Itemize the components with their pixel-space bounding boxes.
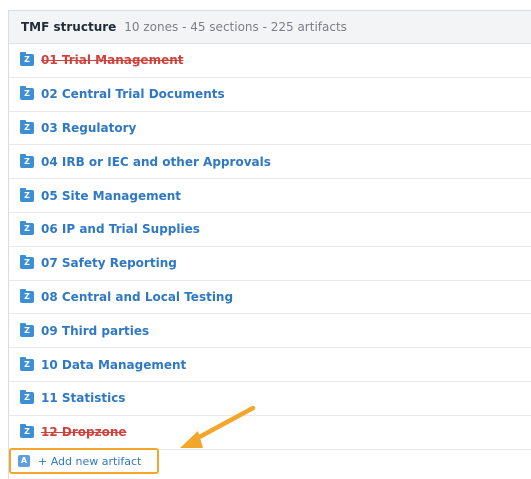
callout-arrow-icon xyxy=(180,405,256,448)
zone-folder-icon: Z xyxy=(20,221,34,236)
artifact-icon: A xyxy=(18,455,30,467)
zone-folder-icon: Z xyxy=(20,52,34,67)
zone-label[interactable]: 11 Statistics xyxy=(41,391,125,405)
zone-label[interactable]: 05 Site Management xyxy=(41,189,181,203)
zone-folder-icon: Z xyxy=(20,356,34,371)
zone-folder-icon: Z xyxy=(20,119,34,134)
add-new-artifact-label[interactable]: + Add new artifact xyxy=(38,455,141,468)
zone-label[interactable]: 12 Dropzone xyxy=(41,425,127,439)
zone-folder-icon: Z xyxy=(20,187,34,202)
zone-folder-icon: Z xyxy=(20,288,34,303)
zone-label[interactable]: 09 Third parties xyxy=(41,324,149,338)
zone-label[interactable]: 04 IRB or IEC and other Approvals xyxy=(41,155,271,169)
zone-label[interactable]: 06 IP and Trial Supplies xyxy=(41,222,200,236)
zone-label[interactable]: 03 Regulatory xyxy=(41,121,136,135)
zone-label[interactable]: 02 Central Trial Documents xyxy=(41,87,225,101)
zone-row-07[interactable]: Z 07 Safety Reporting xyxy=(9,247,531,281)
zone-folder-icon: Z xyxy=(20,322,34,337)
structure-summary: 10 zones - 45 sections - 225 artifacts xyxy=(124,20,347,34)
zone-folder-icon: Z xyxy=(20,153,34,168)
zone-label[interactable]: 08 Central and Local Testing xyxy=(41,290,233,304)
zone-row-09[interactable]: Z 09 Third parties xyxy=(9,314,531,349)
zone-label[interactable]: 01 Trial Management xyxy=(41,53,184,67)
zone-row-05[interactable]: Z 05 Site Management xyxy=(9,179,531,213)
zone-folder-icon: Z xyxy=(20,86,34,101)
zone-list: Z 01 Trial Management Z 02 Central Trial… xyxy=(9,44,531,450)
zone-row-08[interactable]: Z 08 Central and Local Testing xyxy=(9,281,531,315)
zone-row-04[interactable]: Z 04 IRB or IEC and other Approvals xyxy=(9,145,531,180)
zone-row-03[interactable]: Z 03 Regulatory xyxy=(9,112,531,146)
zone-row-06[interactable]: Z 06 IP and Trial Supplies xyxy=(9,213,531,247)
panel-header: TMF structure 10 zones - 45 sections - 2… xyxy=(9,11,531,44)
zone-row-02[interactable]: Z 02 Central Trial Documents xyxy=(9,78,531,112)
panel-title: TMF structure xyxy=(21,20,117,34)
zone-label[interactable]: 10 Data Management xyxy=(41,358,186,372)
zone-label[interactable]: 07 Safety Reporting xyxy=(41,256,177,270)
add-new-artifact-button[interactable]: A + Add new artifact xyxy=(9,448,159,474)
zone-folder-icon: Z xyxy=(20,255,34,270)
zone-folder-icon: Z xyxy=(20,390,34,405)
zone-folder-icon: Z xyxy=(20,424,34,439)
zone-row-01[interactable]: Z 01 Trial Management xyxy=(9,44,531,78)
zone-row-10[interactable]: Z 10 Data Management xyxy=(9,348,531,382)
